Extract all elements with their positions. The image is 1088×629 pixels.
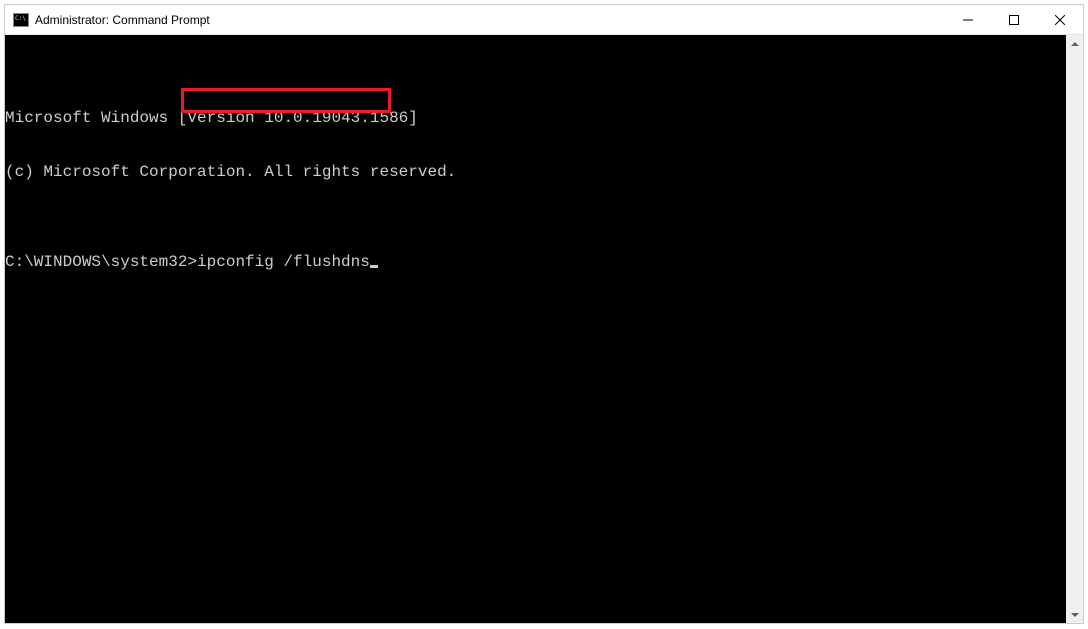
terminal-content: Microsoft Windows [Version 10.0.19043.15… — [5, 73, 1083, 307]
close-icon — [1055, 15, 1065, 25]
cmd-icon — [13, 13, 29, 27]
scroll-up-button[interactable] — [1066, 35, 1083, 52]
terminal-line-copyright: (c) Microsoft Corporation. All rights re… — [5, 163, 1083, 181]
maximize-icon — [1009, 15, 1019, 25]
command-text: ipconfig /flushdns — [197, 253, 370, 271]
chevron-down-icon — [1071, 613, 1079, 617]
terminal-prompt-line: C:\WINDOWS\system32>ipconfig /flushdns — [5, 253, 1083, 271]
minimize-icon — [963, 15, 973, 25]
maximize-button[interactable] — [991, 5, 1037, 34]
prompt-path: C:\WINDOWS\system32> — [5, 253, 197, 271]
titlebar-left: Administrator: Command Prompt — [5, 13, 210, 27]
vertical-scrollbar[interactable] — [1066, 35, 1083, 623]
window-title: Administrator: Command Prompt — [35, 13, 210, 27]
terminal-area[interactable]: Microsoft Windows [Version 10.0.19043.15… — [5, 35, 1083, 623]
scroll-track[interactable] — [1066, 52, 1083, 606]
cursor — [370, 265, 378, 268]
titlebar: Administrator: Command Prompt — [5, 5, 1083, 35]
minimize-button[interactable] — [945, 5, 991, 34]
scroll-down-button[interactable] — [1066, 606, 1083, 623]
chevron-up-icon — [1071, 42, 1079, 46]
terminal-line-version: Microsoft Windows [Version 10.0.19043.15… — [5, 109, 1083, 127]
window-controls — [945, 5, 1083, 34]
command-prompt-window: Administrator: Command Prompt Microsoft … — [4, 4, 1084, 624]
close-button[interactable] — [1037, 5, 1083, 34]
